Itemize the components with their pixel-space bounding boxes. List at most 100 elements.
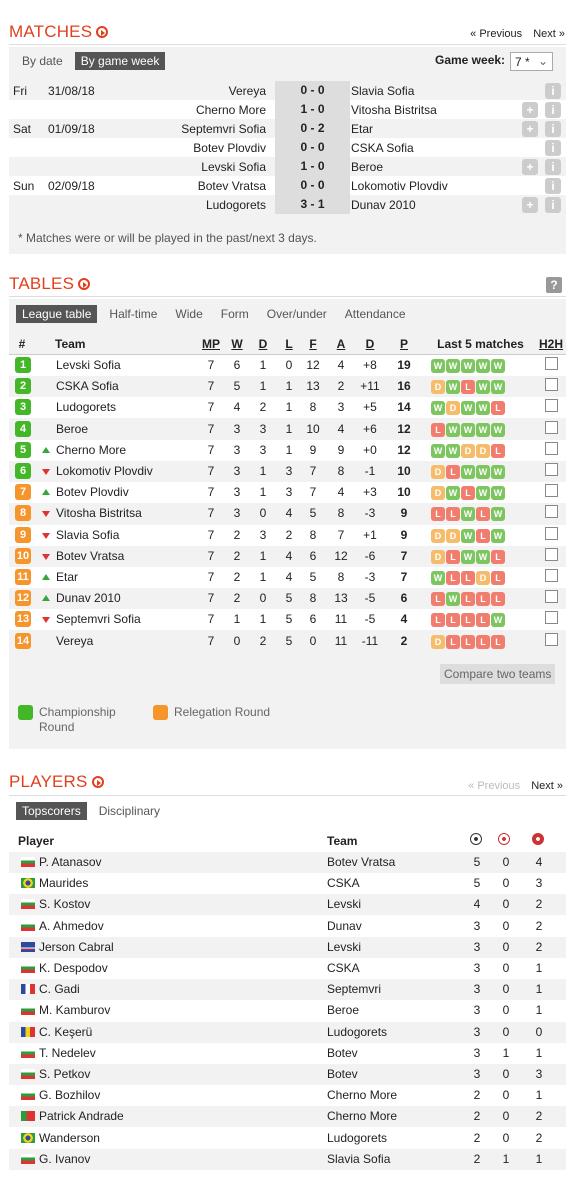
- player-row[interactable]: M. Kamburov Beroe 3 0 1: [9, 1000, 566, 1022]
- form-draw-badge[interactable]: D: [476, 443, 490, 458]
- away-team[interactable]: Vitosha Bistritsa: [351, 103, 437, 117]
- h2h-checkbox[interactable]: [545, 547, 558, 561]
- form-win-badge[interactable]: W: [491, 359, 505, 373]
- player-team[interactable]: Dunav: [327, 919, 362, 933]
- away-team[interactable]: Lokomotiv Plovdiv: [351, 179, 448, 193]
- team-name[interactable]: Botev Vratsa: [56, 549, 124, 563]
- player-team[interactable]: Botev: [327, 1067, 358, 1081]
- player-team[interactable]: CSKA: [327, 876, 360, 890]
- player-name[interactable]: P. Atanasov: [39, 855, 102, 869]
- player-row[interactable]: S. Kostov Levski 4 0 2: [9, 894, 566, 916]
- player-team[interactable]: Ludogorets: [327, 1131, 387, 1145]
- form-loss-badge[interactable]: L: [446, 507, 460, 522]
- player-name[interactable]: Jerson Cabral: [39, 940, 114, 954]
- h2h-checkbox[interactable]: [545, 611, 558, 625]
- info-icon[interactable]: i: [545, 140, 561, 156]
- home-team[interactable]: Cherno More: [196, 103, 266, 117]
- player-row[interactable]: Patrick Andrade Cherno More 2 0 2: [9, 1106, 566, 1128]
- tab-wide[interactable]: Wide: [169, 305, 208, 323]
- team-name[interactable]: Slavia Sofia: [56, 528, 119, 542]
- form-draw-badge[interactable]: D: [476, 571, 490, 585]
- compare-two-teams-button[interactable]: Compare two teams: [440, 664, 556, 684]
- table-row[interactable]: 5 Cherno More 7 3 3 1 9 9 +0 12 W W D D L: [9, 439, 566, 461]
- form-loss-badge[interactable]: L: [491, 401, 505, 416]
- away-team[interactable]: Slavia Sofia: [351, 84, 414, 98]
- match-row[interactable]: Sun 02/09/18 Botev Vratsa 0 - 0 Lokomotiv Pl…: [9, 176, 566, 195]
- h2h-checkbox[interactable]: [545, 526, 558, 540]
- form-win-badge[interactable]: W: [461, 549, 475, 564]
- player-name[interactable]: S. Kostov: [39, 897, 90, 911]
- match-score[interactable]: 1 - 0: [275, 157, 350, 176]
- info-icon[interactable]: i: [545, 197, 561, 213]
- matches-heading[interactable]: MATCHES: [9, 22, 109, 42]
- form-win-badge[interactable]: W: [476, 422, 490, 437]
- match-score[interactable]: 1 - 0: [275, 100, 350, 119]
- player-name[interactable]: C. Gadi: [39, 982, 80, 996]
- form-loss-badge[interactable]: L: [431, 592, 445, 607]
- form-win-badge[interactable]: W: [446, 486, 460, 501]
- form-win-badge[interactable]: W: [476, 380, 490, 395]
- player-name[interactable]: K. Despodov: [39, 961, 108, 975]
- team-name[interactable]: Ludogorets: [56, 400, 116, 414]
- table-row[interactable]: 7 Botev Plovdiv 7 3 1 3 7 4 +3 10 D W L W W: [9, 482, 566, 504]
- table-row[interactable]: 2 CSKA Sofia 7 5 1 1 13 2 +11 16 D W L W W: [9, 376, 566, 398]
- home-team[interactable]: Vereya: [229, 84, 266, 98]
- form-draw-badge[interactable]: D: [431, 549, 445, 564]
- h2h-checkbox[interactable]: [545, 632, 558, 646]
- form-win-badge[interactable]: W: [446, 359, 460, 373]
- form-loss-badge[interactable]: L: [476, 528, 490, 543]
- player-row[interactable]: Jerson Cabral Levski 3 0 2: [9, 936, 566, 958]
- team-name[interactable]: Vitosha Bistritsa: [56, 506, 142, 520]
- form-win-badge[interactable]: W: [461, 359, 475, 373]
- form-draw-badge[interactable]: D: [446, 401, 460, 416]
- team-name[interactable]: Beroe: [56, 422, 88, 436]
- player-team[interactable]: Ludogorets: [327, 1025, 387, 1039]
- table-row[interactable]: 9 Slavia Sofia 7 2 3 2 8 7 +1 9 D D W L W: [9, 524, 566, 546]
- next-link[interactable]: Next »: [533, 28, 565, 40]
- team-name[interactable]: Dunav 2010: [56, 591, 121, 605]
- form-win-badge[interactable]: W: [491, 465, 505, 479]
- form-win-badge[interactable]: W: [491, 507, 505, 522]
- form-win-badge[interactable]: W: [446, 443, 460, 458]
- info-icon[interactable]: i: [545, 159, 561, 175]
- form-loss-badge[interactable]: L: [491, 443, 505, 458]
- match-score[interactable]: 0 - 0: [275, 81, 350, 100]
- home-team[interactable]: Ludogorets: [206, 198, 266, 212]
- player-row[interactable]: G. Bozhilov Cherno More 2 0 1: [9, 1085, 566, 1107]
- match-row[interactable]: Cherno More 1 - 0 Vitosha Bistritsa + i: [9, 100, 566, 119]
- form-win-badge[interactable]: W: [491, 486, 505, 501]
- form-win-badge[interactable]: W: [446, 380, 460, 395]
- form-win-badge[interactable]: W: [491, 380, 505, 395]
- player-name[interactable]: G. Ivanov: [39, 1152, 90, 1166]
- player-team[interactable]: Slavia Sofia: [327, 1152, 390, 1166]
- home-team[interactable]: Botev Vratsa: [198, 179, 266, 193]
- away-team[interactable]: Dunav 2010: [351, 198, 416, 212]
- players-heading[interactable]: PLAYERS: [9, 772, 104, 792]
- match-row[interactable]: Fri 31/08/18 Vereya 0 - 0 Slavia Sofia i: [9, 81, 566, 100]
- player-team[interactable]: Botev Vratsa: [327, 855, 395, 869]
- player-name[interactable]: G. Bozhilov: [39, 1088, 100, 1102]
- tab-by-date[interactable]: By date: [16, 52, 69, 70]
- player-row[interactable]: Wanderson Ludogorets 2 0 2: [9, 1127, 566, 1149]
- form-draw-badge[interactable]: D: [431, 465, 445, 479]
- player-name[interactable]: M. Kamburov: [39, 1003, 110, 1017]
- form-win-badge[interactable]: W: [491, 528, 505, 543]
- player-team[interactable]: Cherno More: [327, 1088, 397, 1102]
- match-score[interactable]: 3 - 1: [275, 195, 350, 214]
- form-win-badge[interactable]: W: [461, 528, 475, 543]
- team-name[interactable]: Botev Plovdiv: [56, 485, 129, 499]
- plus-icon[interactable]: +: [522, 197, 538, 213]
- home-team[interactable]: Septemvri Sofia: [181, 122, 266, 136]
- player-row[interactable]: G. Ivanov Slavia Sofia 2 1 1: [9, 1148, 566, 1170]
- form-loss-badge[interactable]: L: [446, 634, 460, 649]
- form-loss-badge[interactable]: L: [461, 571, 475, 585]
- match-row[interactable]: Sat 01/09/18 Septemvri Sofia 0 - 2 Etar + i: [9, 119, 566, 138]
- form-loss-badge[interactable]: L: [476, 634, 490, 649]
- match-score[interactable]: 0 - 0: [275, 138, 350, 157]
- form-win-badge[interactable]: W: [446, 592, 460, 607]
- form-loss-badge[interactable]: L: [491, 592, 505, 607]
- form-loss-badge[interactable]: L: [431, 422, 445, 437]
- info-icon[interactable]: i: [545, 121, 561, 137]
- match-score[interactable]: 0 - 0: [275, 176, 350, 195]
- form-win-badge[interactable]: W: [431, 571, 445, 585]
